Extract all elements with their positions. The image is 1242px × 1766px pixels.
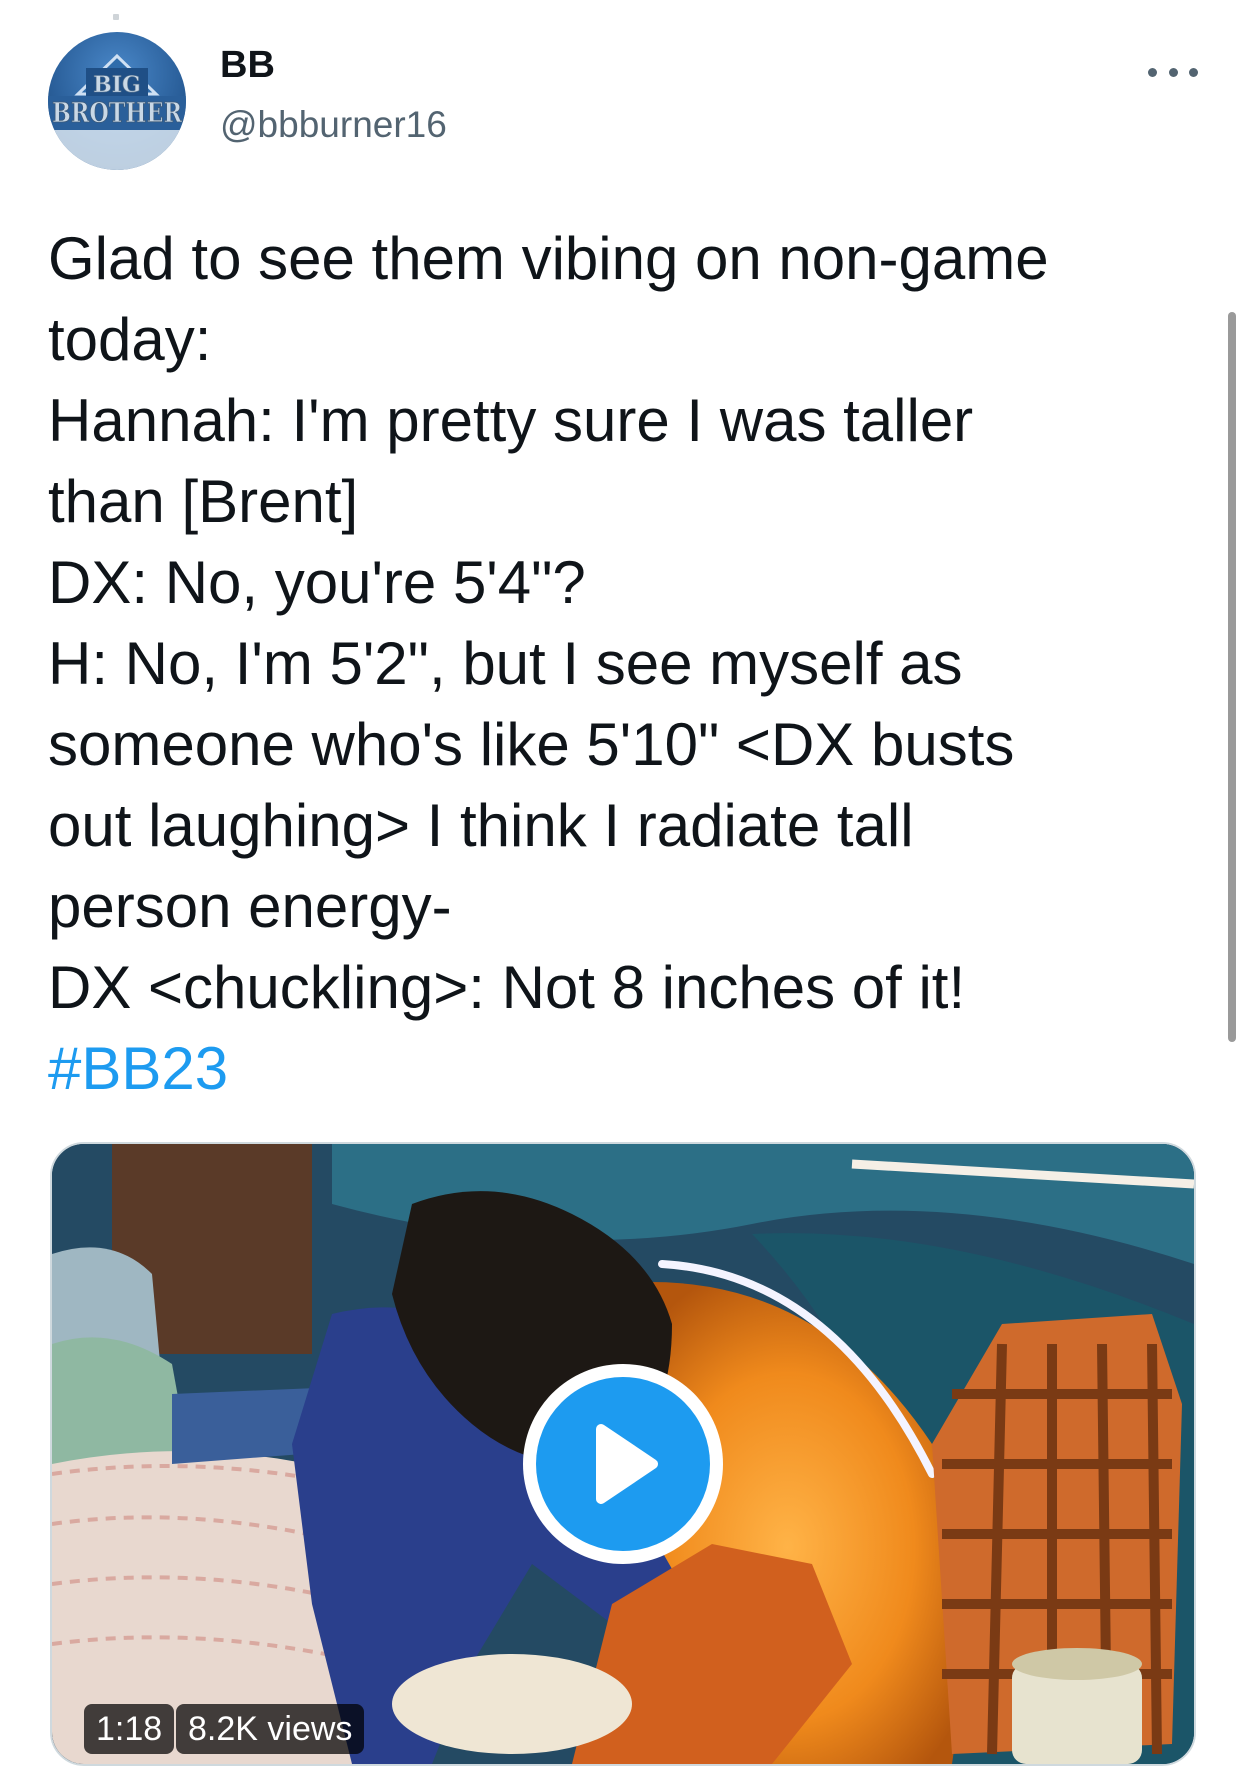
tweet-text-line: Glad to see them vibing on non-game xyxy=(48,225,1049,292)
more-icon-dot xyxy=(1168,67,1178,77)
big-brother-logo: BIG BROTHER xyxy=(48,53,186,170)
hashtag-link[interactable]: #BB23 xyxy=(48,1028,1178,1109)
author-handle[interactable]: @bbburner16 xyxy=(220,104,447,146)
more-icon-dot xyxy=(1189,67,1198,77)
tweet-text-line: today: xyxy=(48,306,212,373)
video-duration-badge: 1:18 xyxy=(84,1704,175,1754)
more-horizontal-icon xyxy=(1148,67,1157,77)
tweet-text-line: person energy- xyxy=(48,873,452,940)
avatar[interactable]: BIG BROTHER xyxy=(48,32,186,170)
svg-text:BROTHER: BROTHER xyxy=(52,98,182,129)
tweet-text-line: out laughing> I think I radiate tall xyxy=(48,792,914,859)
scrollbar[interactable] xyxy=(1228,312,1236,1042)
tweet-text-line: DX <chuckling>: Not 8 inches of it! xyxy=(48,954,966,1021)
tweet-text-line: someone who's like 5'10" <DX busts xyxy=(48,711,1015,778)
play-button[interactable] xyxy=(523,1364,723,1564)
play-button-circle xyxy=(536,1377,710,1551)
tweet-text-line: DX: No, you're 5'4"? xyxy=(48,549,586,616)
more-options-button[interactable] xyxy=(1148,54,1198,90)
video-player[interactable]: 1:18 8.2K views xyxy=(50,1142,1196,1766)
top-divider-mark xyxy=(113,14,119,20)
tweet-text: Glad to see them vibing on non-game toda… xyxy=(48,218,1178,1109)
svg-text:BIG: BIG xyxy=(93,72,141,98)
author-display-name[interactable]: BB xyxy=(220,44,275,87)
video-views-badge: 8.2K views xyxy=(176,1704,365,1754)
play-icon xyxy=(596,1424,658,1504)
tweet-text-line: than [Brent] xyxy=(48,468,359,535)
tweet-text-line: H: No, I'm 5'2", but I see myself as xyxy=(48,630,963,697)
tweet-text-line: Hannah: I'm pretty sure I was taller xyxy=(48,387,974,454)
